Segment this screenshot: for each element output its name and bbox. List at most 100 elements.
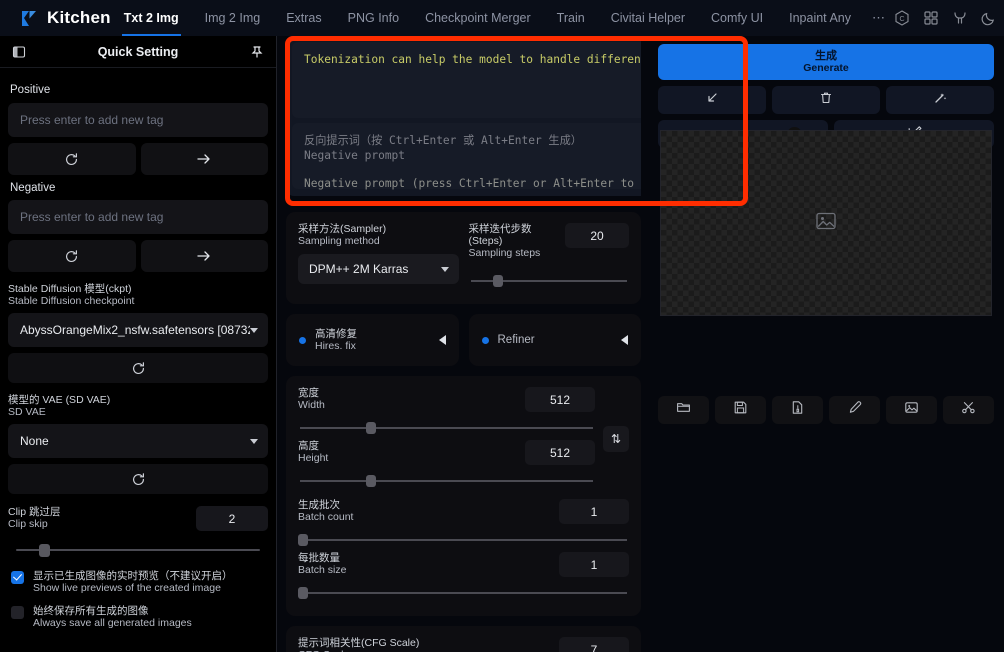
triangle-left-icon[interactable] (621, 335, 628, 345)
triangle-left-icon[interactable] (438, 335, 446, 345)
negative-tag-actions (8, 240, 268, 272)
panel-collapse-icon[interactable] (8, 41, 30, 63)
tab-comfy-ui[interactable]: Comfy UI (698, 0, 776, 36)
pin-icon[interactable] (246, 41, 268, 63)
always-save-checkbox-row[interactable]: 始终保存所有生成的图像 Always save all generated im… (8, 605, 268, 629)
vae-select[interactable]: None (8, 424, 268, 458)
checkpoint-value: AbyssOrangeMix2_nsfw.safetensors [08732… (20, 323, 250, 337)
steps-head: 采样迭代步数(Steps) Sampling steps 20 (469, 223, 629, 259)
slider-knob[interactable] (366, 475, 377, 487)
slider-knob[interactable] (366, 422, 377, 434)
slider-track (300, 592, 627, 594)
civitai-c-icon[interactable]: C (894, 10, 910, 26)
live-preview-checkbox-row[interactable]: 显示已生成图像的实时预览（不建议开启） Show live previews o… (8, 570, 268, 594)
always-save-checkbox[interactable] (11, 606, 24, 619)
dark-mode-moon-icon[interactable] (981, 10, 997, 26)
checkpoint-refresh-icon[interactable] (8, 353, 268, 383)
clip-skip-slider[interactable] (8, 541, 268, 559)
live-preview-label: 显示已生成图像的实时预览（不建议开启） Show live previews o… (33, 570, 233, 594)
generate-label-en: Generate (803, 62, 849, 74)
slider-track (300, 427, 593, 429)
swap-dimensions-icon[interactable]: ⇅ (603, 426, 629, 452)
vae-label-en: SD VAE (8, 406, 46, 418)
image-preview-area[interactable] (660, 130, 992, 316)
hires-label-en: Hires. fix (315, 340, 356, 352)
status-dot-icon (481, 336, 489, 344)
save-button[interactable] (715, 396, 766, 424)
interrupt-skip-button[interactable] (658, 86, 766, 114)
positive-apply-arrow-right-icon[interactable] (140, 143, 268, 175)
magic-wand-button[interactable] (886, 86, 994, 114)
batch-count-slider[interactable] (298, 532, 629, 548)
checkpoint-select[interactable]: AbyssOrangeMix2_nsfw.safetensors [08732… (8, 313, 268, 347)
tab-overflow-button[interactable]: ⋯ (864, 10, 894, 26)
height-slider[interactable] (298, 473, 595, 489)
scissors-icon (961, 400, 976, 420)
batch-size-slider[interactable] (298, 585, 629, 601)
sampler-card: 采样方法(Sampler) Sampling method DPM++ 2M K… (286, 212, 641, 304)
magic-wand-icon (933, 91, 947, 110)
cfg-value-input[interactable]: 7 (559, 637, 629, 652)
grid-apps-icon[interactable] (923, 10, 939, 26)
negative-placeholder-zh: 反向提示词（按 Ctrl+Enter 或 Alt+Enter 生成） (304, 134, 582, 147)
github-icon[interactable] (952, 10, 968, 26)
clip-skip-value-input[interactable]: 2 (196, 506, 268, 531)
tab-txt2img[interactable]: Txt 2 Img (111, 0, 192, 36)
tab-checkpoint-merger[interactable]: Checkpoint Merger (412, 0, 544, 36)
tab-img2img[interactable]: Img 2 Img (192, 0, 274, 36)
positive-tag-actions (8, 143, 268, 175)
tab-civitai-helper[interactable]: Civitai Helper (598, 0, 698, 36)
height-value-input[interactable]: 512 (525, 440, 595, 465)
tab-extras[interactable]: Extras (273, 0, 334, 36)
negative-refresh-icon[interactable] (8, 240, 136, 272)
tab-label: Extras (286, 11, 322, 25)
sampler-value: DPM++ 2M Karras (309, 262, 409, 276)
delete-button[interactable] (772, 86, 880, 114)
tab-label: Img 2 Img (204, 11, 261, 25)
checkpoint-label-zh: Stable Diffusion 模型(ckpt) (8, 283, 132, 295)
steps-value-input[interactable]: 20 (565, 223, 629, 248)
live-preview-checkbox[interactable] (11, 571, 24, 584)
arrow-down-left-icon (705, 91, 719, 110)
send-to-img2img-button[interactable] (886, 396, 937, 424)
tab-inpaint-anything[interactable]: Inpaint Any (776, 0, 864, 36)
steps-slider[interactable] (469, 273, 630, 289)
negative-apply-arrow-right-icon[interactable] (140, 240, 268, 272)
send-to-txt2img-button[interactable] (829, 396, 880, 424)
negative-prompt-textarea[interactable]: 反向提示词（按 Ctrl+Enter 或 Alt+Enter 生成） Negat… (292, 123, 641, 190)
slider-knob[interactable] (298, 534, 308, 546)
output-toolbar (658, 396, 994, 424)
tab-train[interactable]: Train (544, 0, 598, 36)
batch-count-value-input[interactable]: 1 (559, 499, 629, 524)
vae-label-zh: 模型的 VAE (SD VAE) (8, 394, 111, 406)
tab-png-info[interactable]: PNG Info (335, 0, 412, 36)
send-to-inpaint-button[interactable] (943, 396, 994, 424)
vae-refresh-icon[interactable] (8, 464, 268, 494)
open-folder-button[interactable] (658, 396, 709, 424)
checkpoint-label-en: Stable Diffusion checkpoint (8, 295, 135, 307)
generate-button[interactable]: 生成 Generate (658, 44, 994, 80)
sampler-col: 采样方法(Sampler) Sampling method DPM++ 2M K… (298, 223, 459, 291)
batch-size-value-input[interactable]: 1 (559, 552, 629, 577)
positive-prompt-textarea[interactable]: Tokenization can help the model to handl… (292, 42, 641, 118)
positive-tag-input[interactable]: Press enter to add new tag (8, 103, 268, 137)
sampler-select[interactable]: DPM++ 2M Karras (298, 254, 459, 284)
positive-refresh-icon[interactable] (8, 143, 136, 175)
slider-knob[interactable] (39, 544, 51, 557)
batch-count-label: 生成批次 Batch count (298, 499, 353, 523)
width-slider[interactable] (298, 420, 595, 436)
nav-tabs: Txt 2 Img Img 2 Img Extras PNG Info Chec… (111, 0, 894, 36)
negative-tag-input[interactable]: Press enter to add new tag (8, 200, 268, 234)
quick-setting-sidebar: Quick Setting Positive Press enter to ad… (0, 36, 277, 652)
slider-knob[interactable] (492, 275, 503, 287)
refiner-accordion[interactable]: Refiner (468, 314, 641, 366)
center-params-column: Tokenization can help the model to handl… (286, 36, 641, 652)
width-value-input[interactable]: 512 (525, 387, 595, 412)
image-icon (904, 400, 919, 420)
size-batch-card: 宽度 Width 512 高度 Height 512 ⇅ 生成批次 Batch … (286, 376, 641, 616)
slider-knob[interactable] (298, 587, 308, 599)
svg-text:C: C (899, 16, 904, 23)
hires-fix-accordion[interactable]: 高清修复 Hires. fix (286, 314, 459, 366)
zip-button[interactable] (772, 396, 823, 424)
tab-label: Inpaint Any (789, 11, 851, 25)
